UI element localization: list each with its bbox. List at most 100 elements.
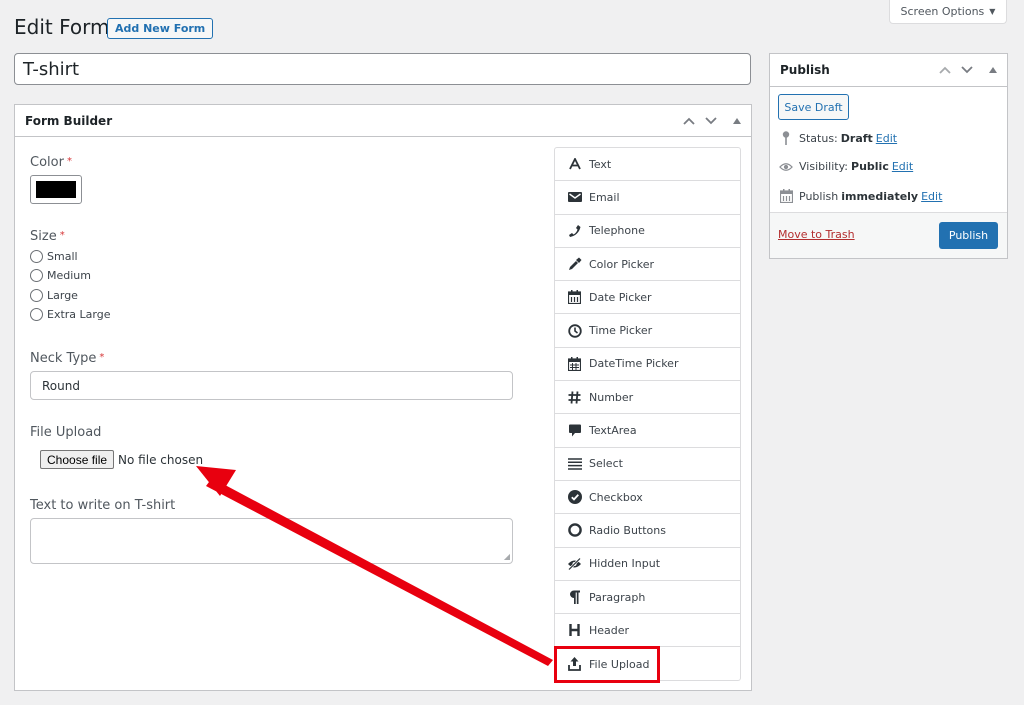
move-up-icon[interactable] — [683, 117, 695, 125]
palette-item-telephone[interactable]: Telephone — [555, 215, 740, 248]
clock-icon — [567, 323, 582, 338]
color-label-text: Color — [30, 155, 64, 170]
palette-item-datetime-picker[interactable]: DateTime Picker — [555, 348, 740, 382]
file-upload-input[interactable]: Choose file No file chosen — [40, 450, 203, 469]
palette-label: Color Picker — [589, 257, 654, 271]
publish-button[interactable]: Publish — [939, 222, 998, 249]
palette-label: Telephone — [589, 224, 645, 238]
add-new-form-button[interactable]: Add New Form — [107, 18, 214, 39]
calendar-grid-icon — [567, 356, 582, 371]
page-title: Edit Form — [14, 15, 110, 39]
text-to-write-textarea[interactable]: ◢ — [30, 518, 513, 564]
palette-label: Hidden Input — [589, 557, 661, 571]
schedule-label: Publish — [799, 189, 839, 203]
required-marker: * — [99, 352, 105, 363]
palette-item-checkbox[interactable]: Checkbox — [555, 481, 740, 515]
visibility-label: Visibility: — [799, 160, 849, 173]
palette-label: DateTime Picker — [589, 357, 679, 371]
circle-icon — [567, 523, 582, 538]
size-label: Size * — [30, 229, 65, 244]
toggle-panel-icon[interactable] — [733, 117, 741, 124]
text-to-write-label: Text to write on T-shirt — [30, 498, 176, 513]
radio-label: Large — [47, 289, 78, 302]
edit-schedule-link[interactable]: Edit — [921, 190, 942, 203]
radio-button[interactable] — [30, 269, 43, 282]
neck-type-label-text: Neck Type — [30, 351, 97, 366]
text-icon — [567, 157, 582, 172]
palette-item-color-picker[interactable]: Color Picker — [555, 248, 740, 282]
palette-item-hidden-input[interactable]: Hidden Input — [555, 548, 740, 581]
form-builder-title: Form Builder — [25, 113, 113, 128]
required-marker: * — [59, 230, 65, 241]
palette-item-email[interactable]: Email — [555, 181, 740, 215]
status-row: Status: Draft Edit — [779, 131, 897, 145]
color-swatch-fill — [36, 181, 76, 198]
radio-option-large[interactable]: Large — [30, 289, 78, 302]
palette-item-header[interactable]: Header — [555, 614, 740, 648]
palette-item-date-picker[interactable]: Date Picker — [555, 281, 740, 315]
calendar-icon — [567, 290, 582, 305]
visibility-value: Public — [851, 160, 889, 173]
comment-icon — [567, 423, 582, 438]
visibility-row: Visibility: Public Edit — [779, 160, 913, 173]
hash-icon — [567, 390, 582, 405]
palette-label: Number — [589, 390, 634, 404]
move-to-trash-link[interactable]: Move to Trash — [778, 228, 855, 241]
file-upload-label: File Upload — [30, 425, 102, 440]
radio-label: Small — [47, 250, 78, 263]
caret-down-icon: ▼ — [989, 7, 996, 16]
radio-option-extra-large[interactable]: Extra Large — [30, 308, 110, 321]
publish-header: Publish — [770, 54, 1007, 87]
eye-icon — [779, 162, 793, 172]
palette-label: Date Picker — [589, 290, 652, 304]
palette-item-textarea[interactable]: TextArea — [555, 414, 740, 448]
radio-option-medium[interactable]: Medium — [30, 269, 91, 282]
color-picker-input[interactable] — [30, 175, 82, 204]
palette-label: Email — [589, 190, 620, 204]
edit-visibility-link[interactable]: Edit — [892, 160, 913, 173]
required-marker: * — [66, 156, 72, 167]
radio-button[interactable] — [30, 308, 43, 321]
palette-item-text[interactable]: Text — [555, 148, 740, 182]
paragraph-icon — [567, 590, 582, 605]
check-circle-icon — [567, 490, 582, 505]
radio-label: Medium — [47, 269, 91, 282]
palette-label: Text — [589, 157, 612, 171]
move-down-icon[interactable] — [705, 116, 717, 125]
palette-label: Header — [589, 623, 630, 637]
field-palette: Text Email Telephone Color Picker Date P… — [554, 147, 741, 681]
schedule-value: immediately — [841, 189, 919, 203]
annotation-highlight-box — [554, 646, 660, 683]
palette-item-number[interactable]: Number — [555, 381, 740, 415]
screen-options-button[interactable]: Screen Options ▼ — [889, 0, 1007, 24]
palette-item-radio-buttons[interactable]: Radio Buttons — [555, 514, 740, 548]
radio-button[interactable] — [30, 289, 43, 302]
radio-label: Extra Large — [47, 308, 111, 321]
resize-handle-icon[interactable]: ◢ — [504, 552, 510, 561]
phone-icon — [567, 223, 582, 238]
publish-title: Publish — [780, 63, 830, 77]
pin-icon — [779, 131, 793, 145]
calendar-icon — [779, 189, 793, 203]
move-down-icon[interactable] — [961, 66, 973, 74]
file-status-text: No file chosen — [118, 452, 204, 467]
palette-label: TextArea — [589, 424, 637, 438]
toggle-panel-icon[interactable] — [989, 67, 997, 73]
neck-type-select[interactable]: Round — [30, 371, 513, 400]
choose-file-button[interactable]: Choose file — [40, 450, 115, 469]
palette-item-select[interactable]: Select — [555, 448, 740, 481]
palette-item-time-picker[interactable]: Time Picker — [555, 314, 740, 348]
list-icon — [567, 456, 582, 471]
edit-status-link[interactable]: Edit — [876, 132, 897, 145]
save-draft-button[interactable]: Save Draft — [778, 94, 849, 120]
palette-label: Radio Buttons — [589, 523, 666, 537]
move-up-icon[interactable] — [939, 66, 951, 74]
palette-label: Checkbox — [589, 490, 643, 504]
radio-option-small[interactable]: Small — [30, 250, 78, 263]
radio-button[interactable] — [30, 250, 43, 263]
form-title-input[interactable]: T-shirt — [14, 53, 751, 85]
size-label-text: Size — [30, 229, 57, 244]
schedule-row: Publish immediately Edit — [779, 189, 942, 203]
eye-slash-icon — [567, 556, 582, 571]
palette-item-paragraph[interactable]: Paragraph — [555, 581, 740, 615]
